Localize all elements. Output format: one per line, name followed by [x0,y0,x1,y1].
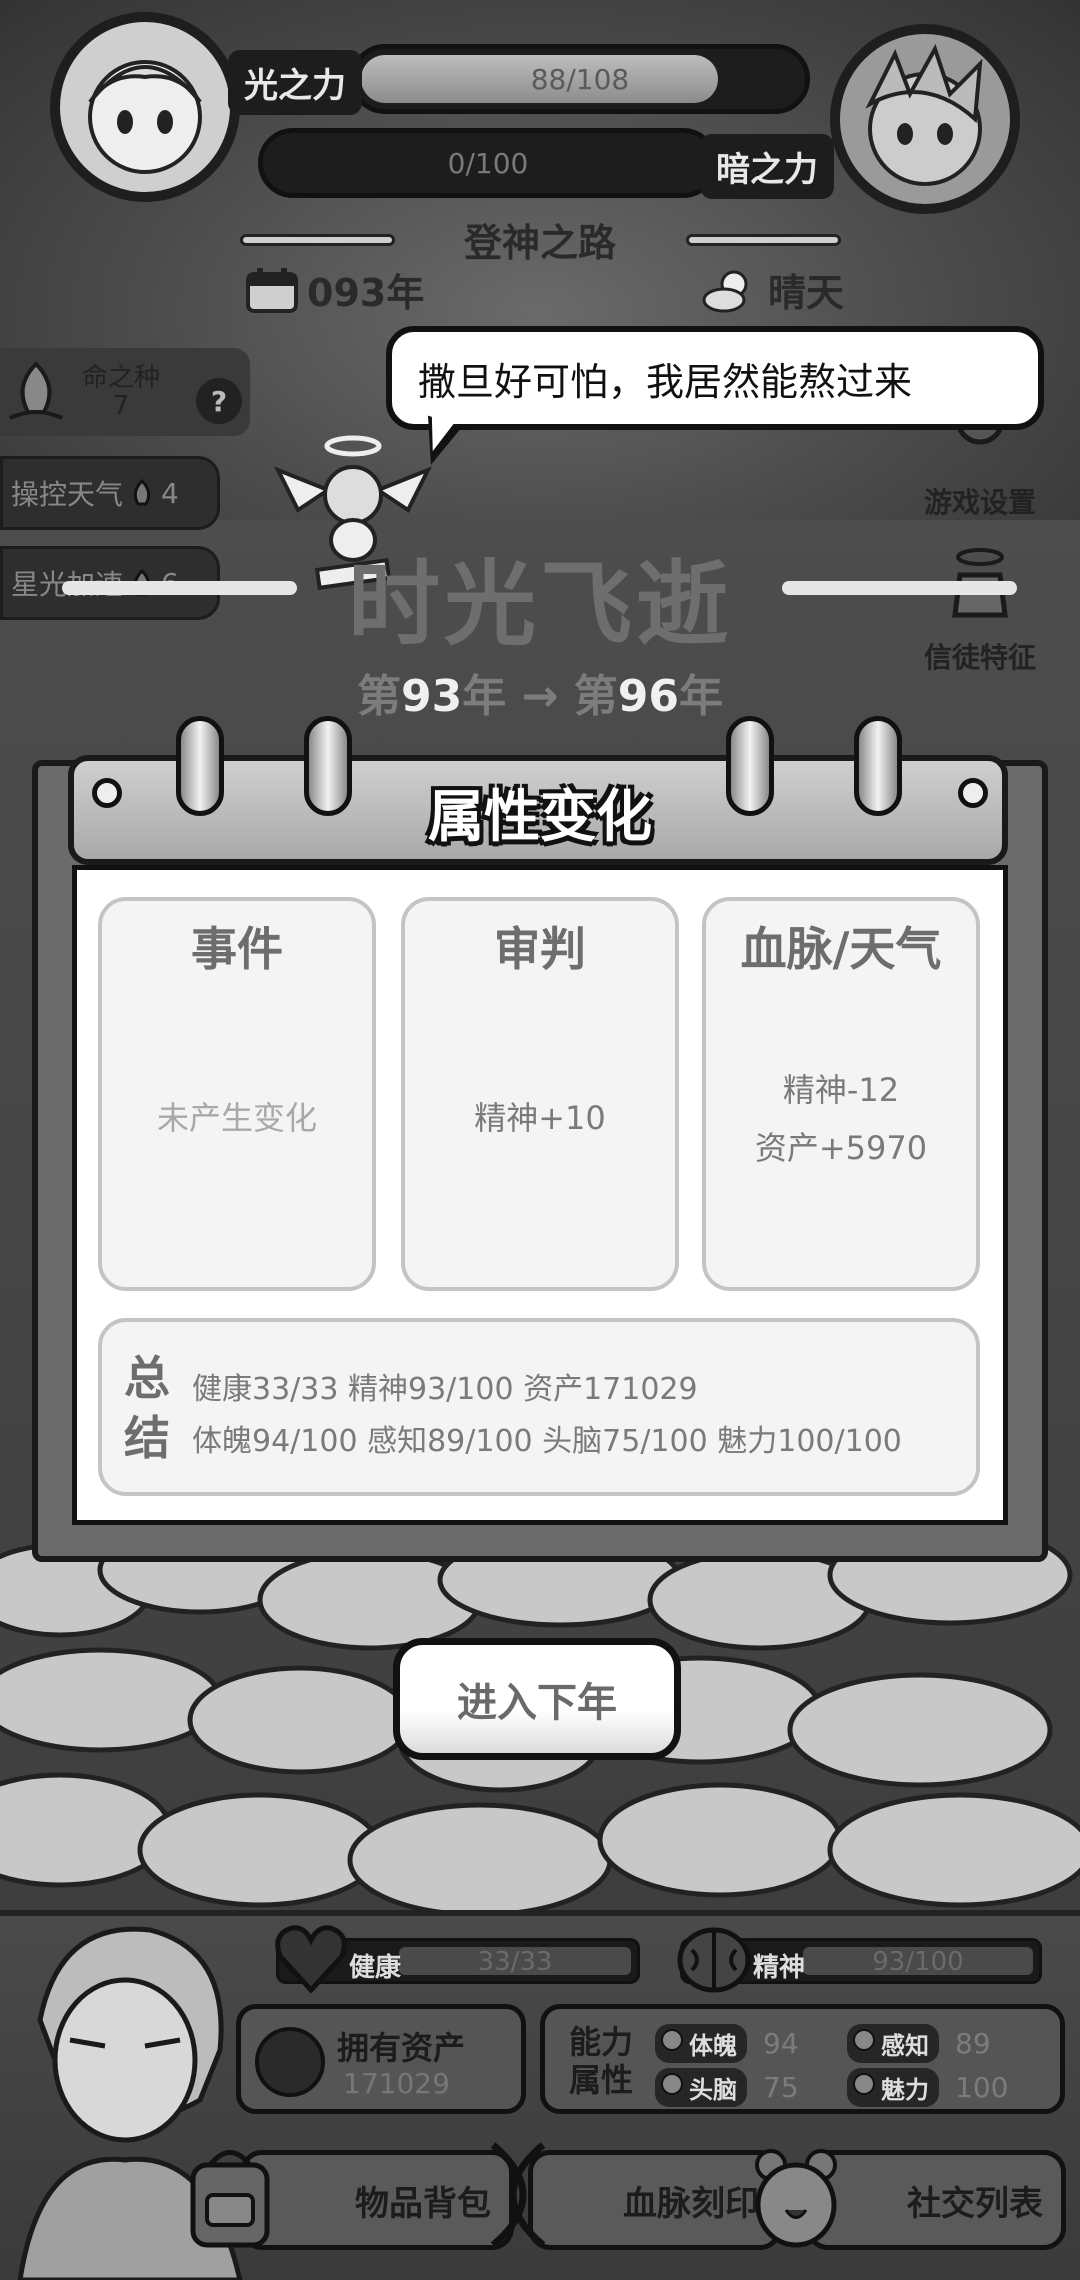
attribute-name: 体魄 [689,2031,737,2060]
seed-icon [9,361,63,420]
attribute-name: 魅力 [881,2075,929,2104]
event-card: 事件 未产生变化 [98,897,376,1291]
spirit-label: 精神 [753,1953,806,1983]
assets-label: 拥有资产 [337,2029,466,2067]
event-change-line: 未产生变化 [156,1099,317,1137]
speech-text: 撒旦好可怕，我居然能熬过来 [418,359,913,404]
charm-icon [853,2072,875,2095]
from-year-suffix: 年 [462,671,507,722]
attribute-physique: 体魄 94 [655,2023,799,2063]
from-year-prefix: 第 [357,671,401,722]
sunny-weather-icon [702,270,748,312]
health-label: 健康 [349,1953,402,1983]
bloodline-weather-card: 血脉/天气 精神-12 资产+5970 [702,897,980,1291]
summary-card: 总 结 健康33/33 精神93/100 资产171029 体魄94/100 感… [98,1318,980,1496]
attribute-chip: 体魄 [655,2023,747,2063]
bloodline-weather-card-body: 精神-12 资产+5970 [706,1061,976,1177]
to-year-suffix: 年 [679,671,723,722]
summary-label-char: 结 [124,1411,170,1465]
seed-count: 7 [112,391,130,421]
judgement-card: 审判 精神+10 [401,897,679,1291]
bloodline-imprint-label: 血脉刻印 [623,2183,759,2224]
dark-character-icon [865,44,983,186]
weather-text: 晴天 [768,271,845,315]
dna-icon [490,2142,546,2248]
light-power-value: 88/108 [530,62,630,96]
judgement-card-title: 审判 [494,922,586,976]
dark-power-bar: 0/100 [258,128,718,198]
attribute-value: 75 [763,2070,799,2104]
help-button[interactable]: ? [196,378,242,424]
attribute-intellect: 头脑 75 [655,2067,799,2107]
coin-icon [255,2027,325,2097]
summary-label-char: 总 [124,1351,170,1405]
ability-attributes-panel[interactable]: 能力属性 体魄 94 感知 89 头脑 75 魅力 100 [540,2004,1065,2114]
to-year-prefix: 第 [573,671,618,722]
year-range: 第93年 → 第96年 [0,660,1080,724]
control-weather-label: 操控天气 [11,478,124,511]
panel-title: 属性变化 [428,785,652,850]
dark-power-value: 0/100 [447,146,529,180]
light-character-icon [88,60,202,174]
intellect-icon [661,2072,683,2095]
social-list-button[interactable]: 社交列表 [755,2149,1066,2250]
physique-icon [661,2028,683,2051]
light-power-label: 光之力 [228,50,362,115]
speech-bubble: 撒旦好可怕，我居然能熬过来 [386,326,1044,430]
attribute-name: 感知 [881,2031,929,2060]
summary-label: 总 结 [124,1348,172,1468]
perception-icon [853,2028,875,2051]
attribute-chip: 魅力 [847,2067,939,2107]
attribute-value: 89 [955,2026,991,2060]
assets-panel[interactable]: 拥有资产 171029 [236,2004,526,2114]
calendar-icon [246,267,298,313]
brain-icon [677,1927,751,1993]
game-settings-label: 游戏设置 [923,486,1036,519]
dark-god-portrait [830,24,1020,214]
backpack-icon [190,2150,270,2248]
road-title: 登神之路 [463,221,616,265]
seed-cost-icon [133,478,151,506]
ability-attributes-label: 能力属性 [569,2023,634,2099]
current-year: 093年 [245,262,424,317]
attribute-chip: 头脑 [655,2067,747,2107]
from-year-number: 93 [401,671,463,722]
attribute-value: 94 [763,2026,799,2060]
control-weather-button[interactable]: 操控天气 4 [0,456,220,530]
dark-power-label: 暗之力 [700,134,834,199]
judgement-card-body: 精神+10 [405,1089,675,1147]
attribute-perception: 感知 89 [847,2023,991,2063]
health-value: 33/33 [477,1947,553,1977]
event-card-title: 事件 [191,922,283,976]
control-weather-cost: 4 [161,476,179,510]
attribute-name: 头脑 [689,2075,737,2104]
judgement-change-line: 精神+10 [474,1099,606,1137]
assets-value: 171029 [343,2067,450,2100]
attribute-charm: 魅力 100 [847,2067,1009,2107]
spirit-value: 93/100 [872,1947,964,1977]
time-passes-title: 时光飞逝 [347,551,732,658]
bloodline-change-line: 资产+5970 [754,1129,928,1167]
next-year-button[interactable]: 进入下年 [393,1638,681,1760]
light-power-bar: 88/108 [350,44,810,114]
heart-icon [275,1925,347,1994]
seed-label: 命之种 [82,363,161,393]
bloodline-weather-card-title: 血脉/天气 [740,922,942,976]
summary-line: 体魄94/100 感知89/100 头脑75/100 魅力100/100 [192,1424,902,1459]
summary-line: 健康33/33 精神93/100 资产171029 [192,1372,698,1407]
bloodline-change-line: 精神-12 [782,1071,900,1109]
year-arrow: → [521,671,559,722]
attribute-value: 100 [955,2070,1009,2104]
to-year-number: 96 [617,671,679,722]
teddy-bear-icon [755,2149,837,2248]
attribute-chip: 感知 [847,2023,939,2063]
current-weather: 晴天 [700,262,844,317]
event-card-body: 未产生变化 [102,1089,372,1147]
light-god-portrait [50,12,240,202]
seed-text: 命之种 7 [82,364,160,420]
social-list-label: 社交列表 [907,2183,1043,2224]
year-text: 093年 [307,271,425,315]
